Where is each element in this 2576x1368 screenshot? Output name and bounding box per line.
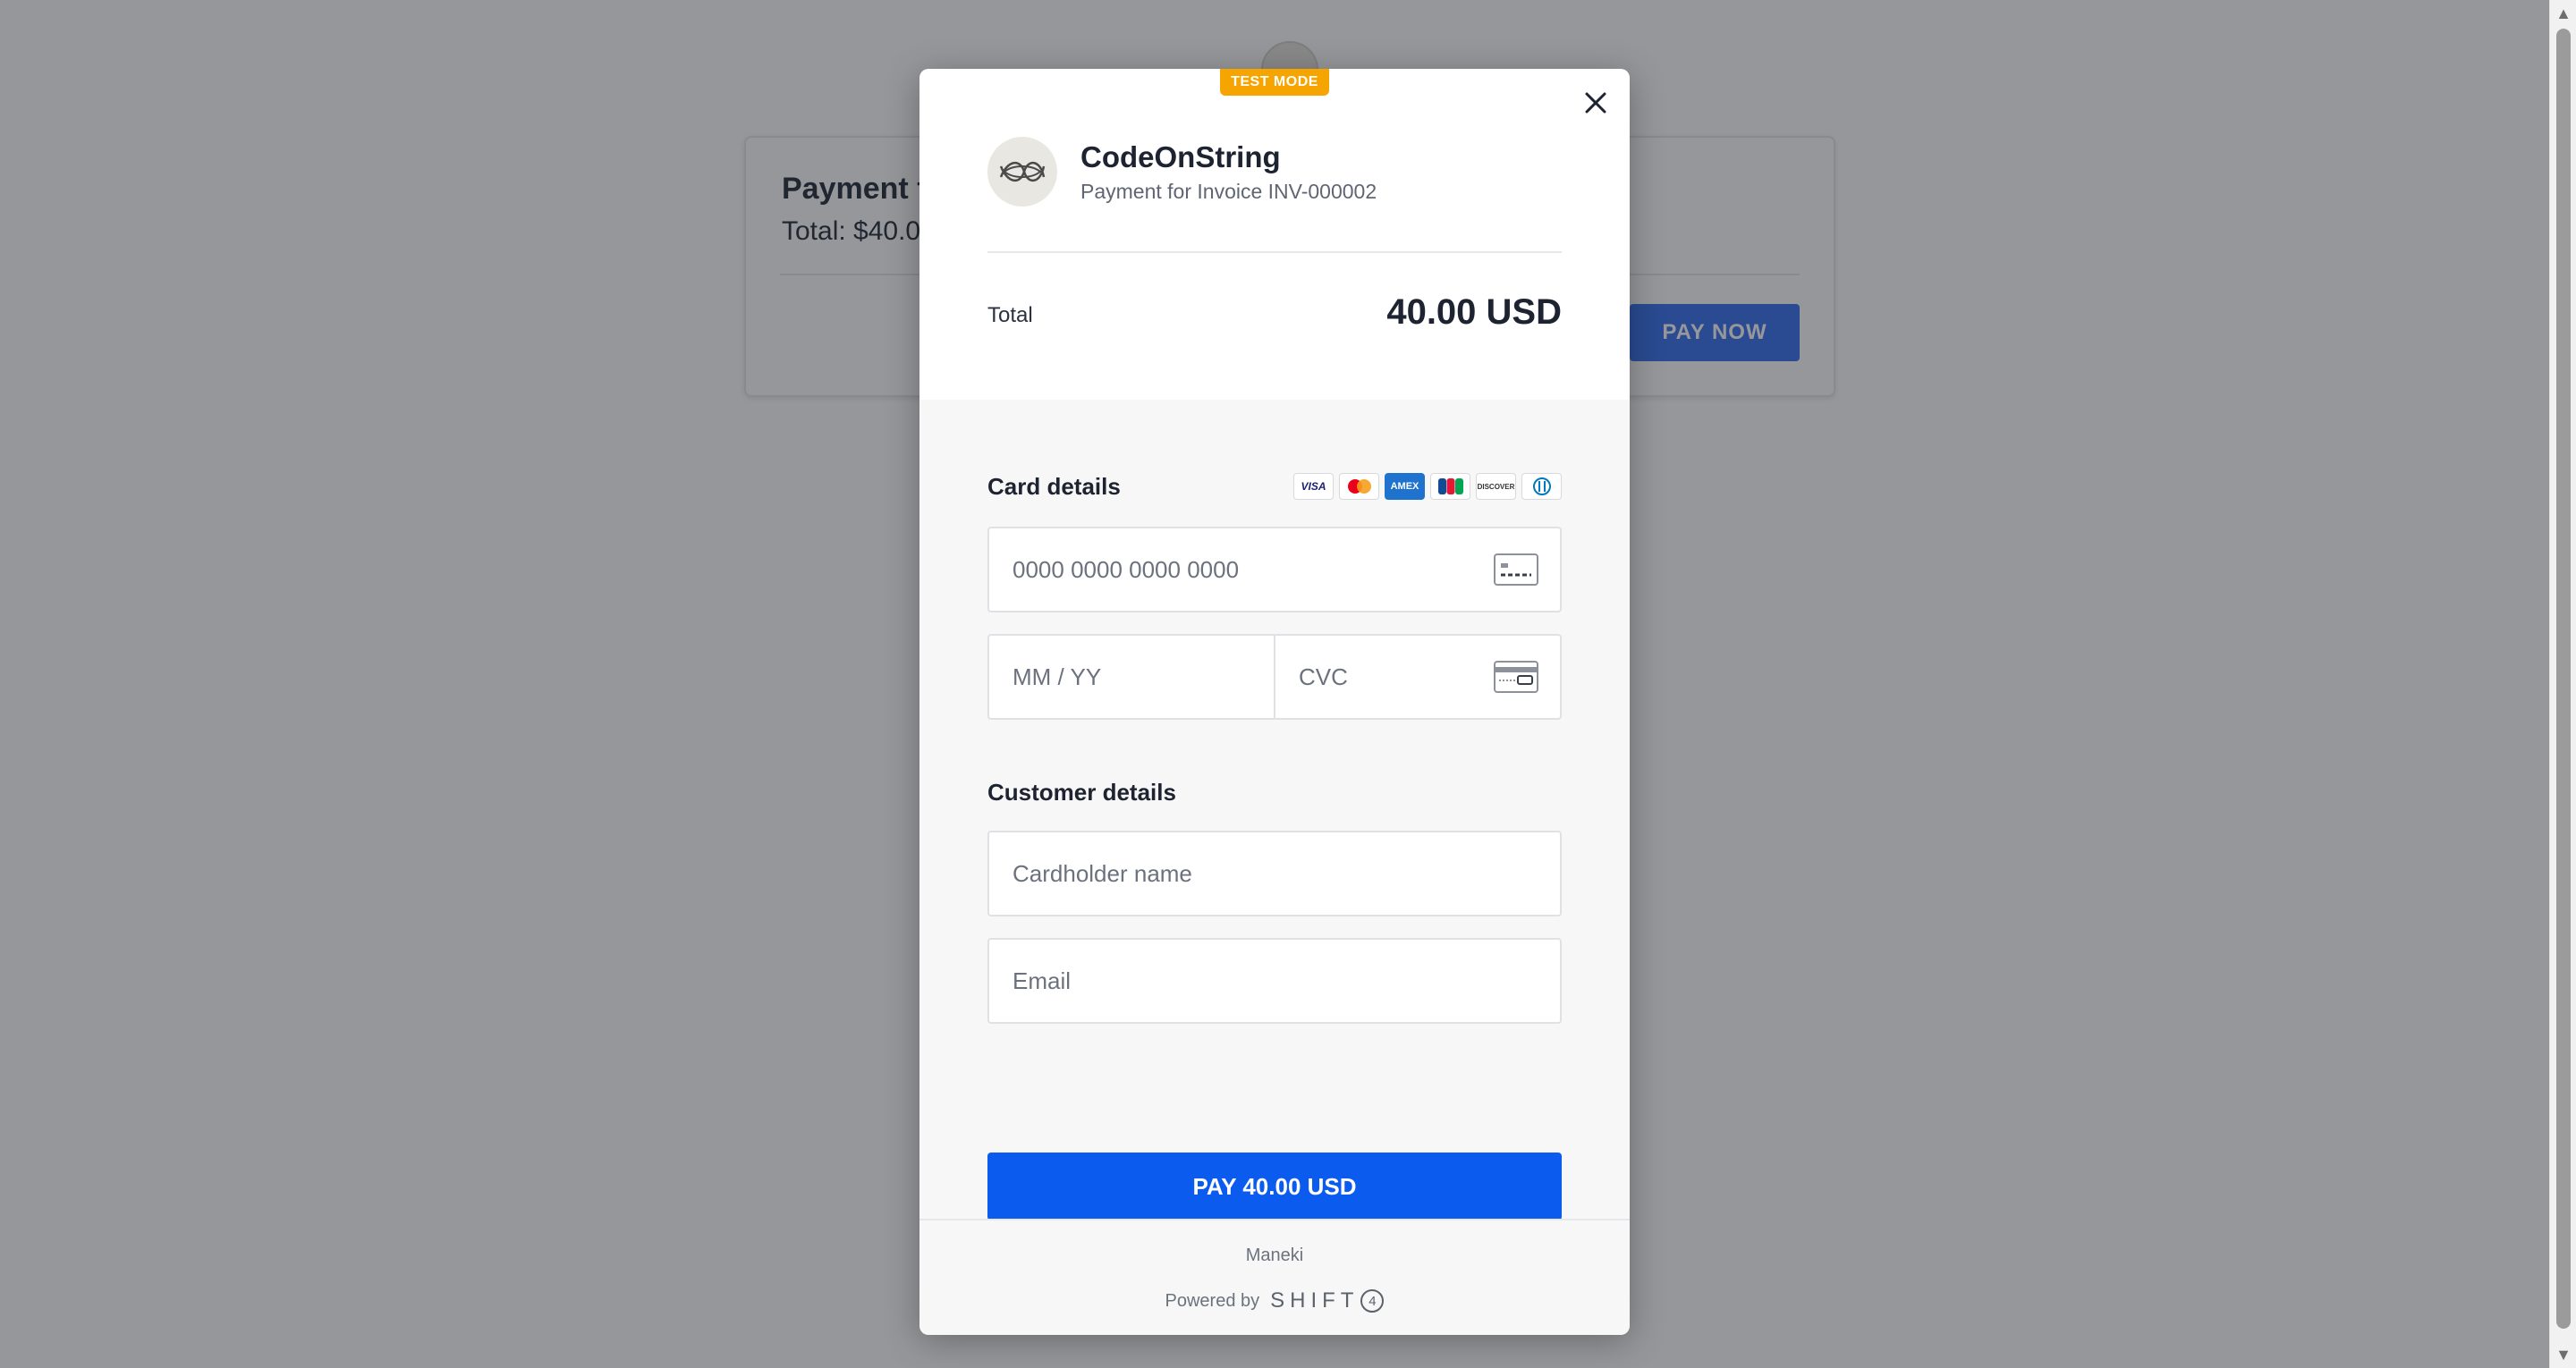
amex-icon: AMEX — [1385, 473, 1425, 500]
jcb-icon — [1430, 473, 1470, 500]
mastercard-icon — [1339, 473, 1379, 500]
test-mode-badge: TEST MODE — [1220, 69, 1329, 96]
checkout-modal: TEST MODE CodeOnString Payment for Invoi… — [919, 69, 1630, 1335]
header-divider — [987, 251, 1562, 253]
cvc-placeholder: CVC — [1299, 663, 1348, 690]
page-scrollbar[interactable]: ▲ ▼ — [2549, 0, 2576, 1368]
card-number-placeholder: 0000 0000 0000 0000 — [1013, 555, 1240, 583]
cvc-card-icon — [1494, 661, 1538, 693]
footer-merchant-name: Maneki — [1245, 1246, 1304, 1265]
powered-by-label: Powered by — [1165, 1290, 1260, 1311]
shift4-wordmark: SHIFT — [1270, 1288, 1360, 1313]
close-button[interactable] — [1578, 85, 1614, 121]
knot-logo-icon — [999, 162, 1046, 182]
cvc-input[interactable]: CVC — [1274, 634, 1562, 720]
visa-icon: VISA — [1293, 473, 1334, 500]
merchant-logo — [987, 137, 1057, 207]
cardholder-name-placeholder: Cardholder name — [1013, 859, 1192, 887]
expiry-placeholder: MM / YY — [1013, 663, 1102, 690]
email-input[interactable]: Email — [987, 938, 1562, 1024]
customer-details-title: Customer details — [987, 779, 1176, 806]
scroll-down-arrow-icon[interactable]: ▼ — [2550, 1341, 2576, 1368]
total-label: Total — [987, 303, 1033, 327]
checkout-footer: Maneki Powered by SHIFT 4 — [919, 1219, 1630, 1335]
card-brand-list: VISA AMEX DISCOVER — [1293, 473, 1562, 502]
card-number-input[interactable]: 0000 0000 0000 0000 — [987, 527, 1562, 612]
scroll-thumb[interactable] — [2556, 29, 2571, 1329]
cardholder-name-input[interactable]: Cardholder name — [987, 831, 1562, 916]
card-details-title: Card details — [987, 473, 1121, 500]
merchant-name: CodeOnString — [1080, 140, 1281, 173]
payment-form: Card details VISA AMEX DISCOVER 0000 000… — [919, 400, 1630, 1220]
email-placeholder: Email — [1013, 967, 1072, 994]
scroll-up-arrow-icon[interactable]: ▲ — [2550, 0, 2576, 27]
pay-button[interactable]: PAY 40.00 USD — [987, 1153, 1562, 1220]
diners-club-icon — [1521, 473, 1562, 500]
payment-description: Payment for Invoice INV-000002 — [1080, 180, 1377, 203]
powered-by: Powered by SHIFT 4 — [919, 1288, 1630, 1313]
discover-icon: DISCOVER — [1476, 473, 1516, 500]
close-icon — [1585, 92, 1606, 114]
shift4-logo[interactable]: SHIFT 4 — [1270, 1288, 1385, 1313]
card-icon — [1494, 553, 1538, 586]
shift4-circle-digit: 4 — [1360, 1289, 1385, 1313]
total-amount: 40.00 USD — [1386, 292, 1562, 332]
expiry-input[interactable]: MM / YY — [987, 634, 1275, 720]
